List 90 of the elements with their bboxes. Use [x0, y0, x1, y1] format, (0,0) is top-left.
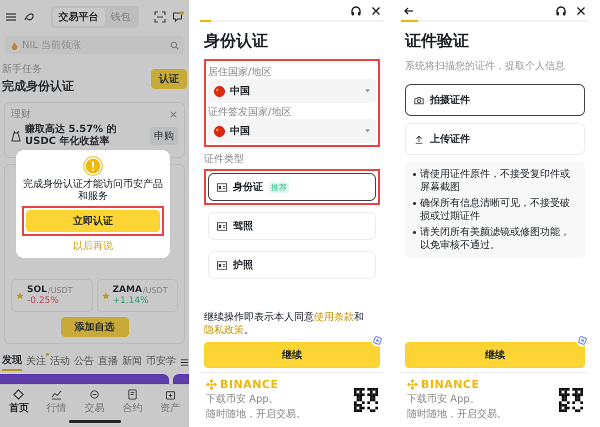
diamond-logo-icon	[206, 379, 217, 390]
document-option[interactable]: 驾照	[208, 212, 376, 240]
search-icon	[170, 40, 179, 50]
feed-tab[interactable]: 币安学	[146, 354, 176, 370]
task-title: 完成身份认证	[2, 78, 75, 95]
section-label: 理财	[11, 108, 31, 121]
document-option[interactable]: 护照	[208, 251, 376, 279]
country-select[interactable]: 中国	[208, 79, 376, 103]
continue-button[interactable]: 继续	[204, 342, 380, 368]
diamond-logo-icon	[407, 379, 418, 390]
section-label: 新手任务	[2, 62, 43, 76]
flag-icon	[214, 126, 225, 136]
swirl-logo-icon[interactable]	[23, 11, 35, 23]
caret-icon	[365, 129, 370, 133]
bullet-icon	[413, 173, 416, 176]
qr-code	[354, 388, 378, 412]
page-title: 身份认证	[204, 31, 269, 52]
verify-now-button[interactable]: 立即认证	[26, 210, 160, 232]
coin-tile[interactable]: SOL/USDT -0.25%	[11, 279, 92, 312]
brand-name: BINANCE	[220, 378, 278, 391]
consent-text: 继续操作即表示本人同意使用条款和 隐私政策。	[204, 311, 365, 337]
close-icon[interactable]	[370, 5, 382, 17]
feed-tab[interactable]: 活动	[50, 354, 70, 370]
field-label: 证件签发国家/地区	[208, 106, 292, 119]
nav-item[interactable]: 首页	[8, 389, 29, 415]
feed-tab[interactable]: 公告	[74, 354, 94, 370]
continue-button[interactable]: 继续	[405, 342, 585, 368]
star-icon	[16, 292, 24, 300]
upload-option[interactable]: 上传证件	[405, 123, 585, 155]
qr-code	[559, 388, 583, 412]
live-banner[interactable]	[173, 374, 189, 384]
warning-icon	[83, 156, 103, 176]
footer-text: 下载币安 App。	[206, 392, 280, 406]
id-card-icon	[217, 222, 227, 230]
note-text: 请关闭所有美颜滤镜或修图功能，以免审核不通过。	[420, 226, 571, 252]
id-card-icon	[217, 182, 227, 192]
sticker-icon[interactable]	[371, 334, 384, 347]
feed-tab[interactable]: 关注	[26, 354, 46, 370]
diamond-icon	[13, 389, 24, 400]
upload-option[interactable]: 拍摄证件	[405, 84, 585, 116]
brand-name: BINANCE	[421, 378, 480, 391]
document-option[interactable]: 身份证 推荐	[208, 173, 376, 201]
footer-text: 随时随地，开启交易。	[407, 408, 508, 421]
wallet-icon	[164, 389, 176, 400]
add-watchlist-button[interactable]: 添加自选	[60, 317, 128, 337]
caret-icon	[365, 89, 370, 93]
upload-icon	[414, 134, 424, 144]
field-label: 证件类型	[204, 152, 245, 166]
note-text: 请使用证件原件，不接受复印件或屏幕截图	[420, 168, 571, 194]
flag-icon	[214, 86, 225, 96]
coin-symbol: SOL	[27, 285, 47, 295]
quote-currency: /USDT	[48, 286, 73, 294]
menu-icon[interactable]	[5, 11, 17, 23]
coin-symbol: ZAMA	[112, 285, 142, 295]
page-subtitle: 系统将扫描您的证件，提取个人信息	[405, 60, 566, 73]
quote-currency: /USDT	[142, 286, 168, 294]
price-change: +1.14%	[112, 296, 150, 306]
headset-icon[interactable]	[350, 5, 362, 17]
chart-icon	[51, 389, 62, 400]
star-icon	[102, 292, 110, 300]
message-icon[interactable]	[172, 11, 184, 23]
bullet-icon	[413, 231, 416, 234]
menu-icon[interactable]	[180, 358, 189, 366]
feed-tab[interactable]: 直播	[98, 354, 118, 370]
verify-button[interactable]: 认证	[151, 68, 187, 88]
field-label: 居住国家/地区	[208, 66, 272, 79]
back-arrow-icon[interactable]	[403, 5, 415, 17]
footer-text: 下载币安 App。	[407, 392, 481, 406]
bullet-icon	[413, 202, 416, 205]
dialog-message: 完成身份认证才能访问币安产品和服务	[22, 179, 164, 203]
headset-icon[interactable]	[555, 5, 567, 17]
page-title: 证件验证	[405, 31, 470, 52]
feed-tab[interactable]: 发现	[2, 353, 22, 371]
price-change: -0.25%	[27, 296, 60, 306]
country-select[interactable]: 中国	[208, 119, 376, 143]
subscribe-button[interactable]: 申购	[150, 127, 178, 145]
close-icon[interactable]	[575, 5, 587, 17]
recommended-badge: 推荐	[269, 182, 289, 192]
document-icon	[126, 389, 138, 400]
top-tab[interactable]: 交易平台	[52, 8, 104, 26]
promo-text: 赚取高达 5.57% 的 USDC 年化收益率	[25, 124, 118, 148]
footer-text: 随时随地，开启交易。	[206, 408, 307, 421]
camera-icon	[414, 96, 424, 104]
bag-icon	[11, 130, 21, 142]
sticker-icon[interactable]	[576, 334, 589, 347]
feed-tab[interactable]: 新闻	[122, 354, 142, 370]
scan-icon[interactable]	[154, 11, 166, 23]
note-text: 确保所有信息清晰可见，不接受破损或过期证件	[420, 197, 571, 223]
id-card-icon	[217, 260, 227, 270]
coin-tile[interactable]: ZAMA/USDT +1.14%	[96, 279, 178, 312]
